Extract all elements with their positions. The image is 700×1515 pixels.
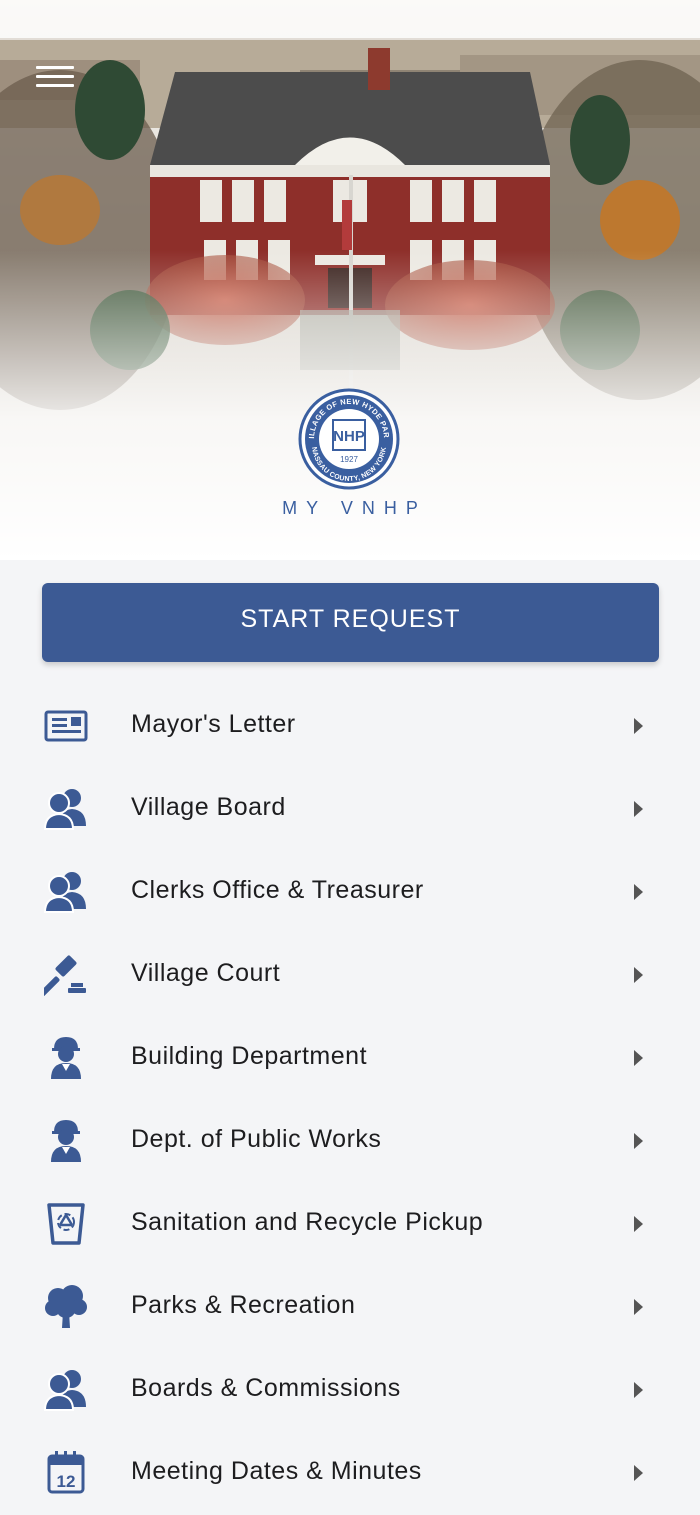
chevron-right-icon [634,1382,643,1398]
menu-item-label: Village Board [131,793,286,821]
menu-item-label: Parks & Recreation [131,1291,356,1319]
people-icon [43,786,88,830]
menu-item-clerks-office[interactable]: Clerks Office & Treasurer [0,849,700,932]
svg-text:12: 12 [57,1472,76,1491]
gavel-icon [38,952,88,998]
village-seal-logo: VILLAGE OF NEW HYDE PARK NASSAU COUNTY, … [298,388,400,490]
menu-item-label: Sanitation and Recycle Pickup [131,1208,484,1236]
people-icon [43,1367,88,1411]
menu-item-label: Village Court [131,959,281,987]
chevron-right-icon [634,1133,643,1149]
menu-item-public-works[interactable]: Dept. of Public Works [0,1098,700,1181]
chevron-right-icon [634,1050,643,1066]
chevron-right-icon [634,801,643,817]
chevron-right-icon [634,1299,643,1315]
menu-item-building-department[interactable]: Building Department [0,1015,700,1098]
menu-item-meeting-dates[interactable]: 12 Meeting Dates & Minutes [0,1430,700,1513]
brand-title: MY VNHP [282,498,427,518]
menu-item-label: Meeting Dates & Minutes [131,1457,422,1485]
menu-item-mayors-letter[interactable]: Mayor's Letter [0,683,700,766]
recycle-bin-icon [44,1201,88,1245]
menu-item-label: Mayor's Letter [131,710,296,738]
service-menu: Mayor's Letter Village Board Clerks Offi… [0,683,700,1513]
chevron-right-icon [634,884,643,900]
menu-item-label: Clerks Office & Treasurer [131,876,424,904]
start-request-button[interactable]: START REQUEST [42,583,659,662]
hero-banner: VILLAGE OF NEW HYDE PARK NASSAU COUNTY, … [0,0,700,560]
chevron-right-icon [634,718,643,734]
newspaper-icon [44,703,88,747]
tree-icon [44,1284,88,1328]
menu-item-sanitation[interactable]: Sanitation and Recycle Pickup [0,1181,700,1264]
chevron-right-icon [634,967,643,983]
menu-item-village-board[interactable]: Village Board [0,766,700,849]
menu-item-boards-commissions[interactable]: Boards & Commissions [0,1347,700,1430]
menu-item-label: Dept. of Public Works [131,1125,382,1153]
chevron-right-icon [634,1465,643,1481]
menu-item-label: Boards & Commissions [131,1374,401,1402]
seal-monogram: NHP [333,428,365,445]
people-icon [43,869,88,913]
menu-item-parks-recreation[interactable]: Parks & Recreation [0,1264,700,1347]
hamburger-menu-icon[interactable] [36,66,74,90]
calendar-icon: 12 [44,1450,88,1494]
menu-item-label: Building Department [131,1042,368,1070]
chevron-right-icon [634,1216,643,1232]
worker-icon [44,1118,88,1162]
seal-year: 1927 [340,455,358,464]
menu-item-village-court[interactable]: Village Court [0,932,700,1015]
worker-icon [44,1035,88,1079]
